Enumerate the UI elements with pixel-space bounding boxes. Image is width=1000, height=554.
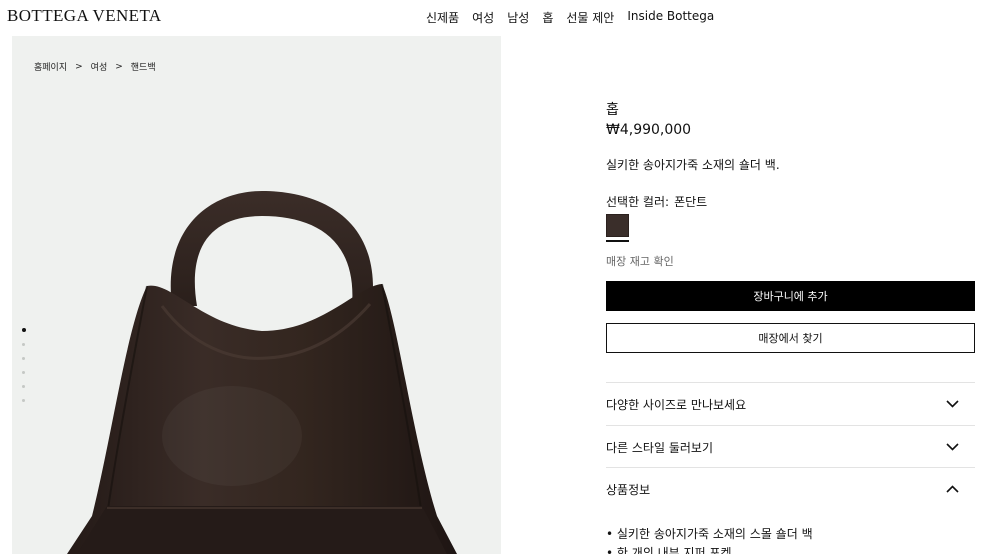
find-in-store-button[interactable]: 매장에서 찾기	[606, 323, 975, 353]
nav-item-men[interactable]: 남성	[507, 9, 529, 26]
color-swatch-fondant[interactable]	[606, 214, 629, 237]
breadcrumb: 홈페이지 > 여성 > 핸드백	[34, 60, 156, 74]
accordion-product-info-label: 상품정보	[606, 482, 651, 497]
product-description: 실키한 송아지가죽 소재의 숄더 백.	[606, 158, 780, 172]
breadcrumb-women[interactable]: 여성	[91, 60, 108, 73]
breadcrumb-handbags[interactable]: 핸드백	[131, 60, 156, 73]
breadcrumb-separator: >	[75, 61, 83, 72]
product-price: ₩4,990,000	[606, 122, 692, 138]
gallery-dot-3[interactable]	[22, 357, 25, 360]
nav-item-inside-bottega[interactable]: Inside Bottega	[627, 9, 714, 26]
nav-item-women[interactable]: 여성	[472, 9, 494, 26]
gallery-dot-5[interactable]	[22, 385, 25, 388]
accordion-sizes-label: 다양한 사이즈로 만나보세요	[606, 397, 747, 412]
add-to-cart-button[interactable]: 장바구니에 추가	[606, 281, 975, 311]
gallery-dot-1[interactable]	[21, 328, 26, 332]
gallery-pagination	[21, 328, 26, 402]
list-item: • 한 개의 내부 지퍼 포켓	[606, 546, 732, 554]
list-item: • 실키한 송아지가죽 소재의 스몰 숄더 백	[606, 527, 813, 541]
gallery-dot-2[interactable]	[22, 343, 25, 346]
main-nav: 신제품 여성 남성 홉 선물 제안 Inside Bottega	[426, 9, 727, 26]
swatch-selected-indicator	[606, 240, 629, 242]
nav-item-gifts[interactable]: 선물 제안	[566, 9, 614, 26]
breadcrumb-separator: >	[115, 61, 123, 72]
product-details-list: • 실키한 송아지가죽 소재의 스몰 숄더 백 • 한 개의 내부 지퍼 포켓	[606, 525, 813, 554]
chevron-down-icon	[945, 440, 959, 454]
selected-color: 선택한 컬러: 폰단트	[606, 193, 707, 210]
accordion-sizes[interactable]: 다양한 사이즈로 만나보세요	[606, 382, 975, 425]
nav-item-new[interactable]: 신제품	[426, 9, 459, 26]
gallery-dot-6[interactable]	[22, 399, 25, 402]
selected-color-label: 선택한 컬러:	[606, 195, 670, 209]
product-image-bag	[67, 191, 457, 554]
breadcrumb-home[interactable]: 홈페이지	[34, 60, 67, 73]
check-store-stock-link[interactable]: 매장 재고 확인	[606, 253, 674, 269]
nav-item-home[interactable]: 홉	[542, 9, 553, 26]
accordion-other-styles-label: 다른 스타일 둘러보기	[606, 440, 713, 455]
brand-logo[interactable]: BOTTEGA VENETA	[7, 6, 162, 26]
accordion-product-info[interactable]: 상품정보	[606, 467, 975, 510]
chevron-up-icon	[945, 482, 959, 496]
gallery-dot-4[interactable]	[22, 371, 25, 374]
chevron-down-icon	[945, 397, 959, 411]
product-name: 홉	[606, 102, 619, 118]
selected-color-value: 폰단트	[674, 195, 708, 209]
accordion-other-styles[interactable]: 다른 스타일 둘러보기	[606, 425, 975, 468]
product-image-panel: 홈페이지 > 여성 > 핸드백	[12, 36, 501, 554]
